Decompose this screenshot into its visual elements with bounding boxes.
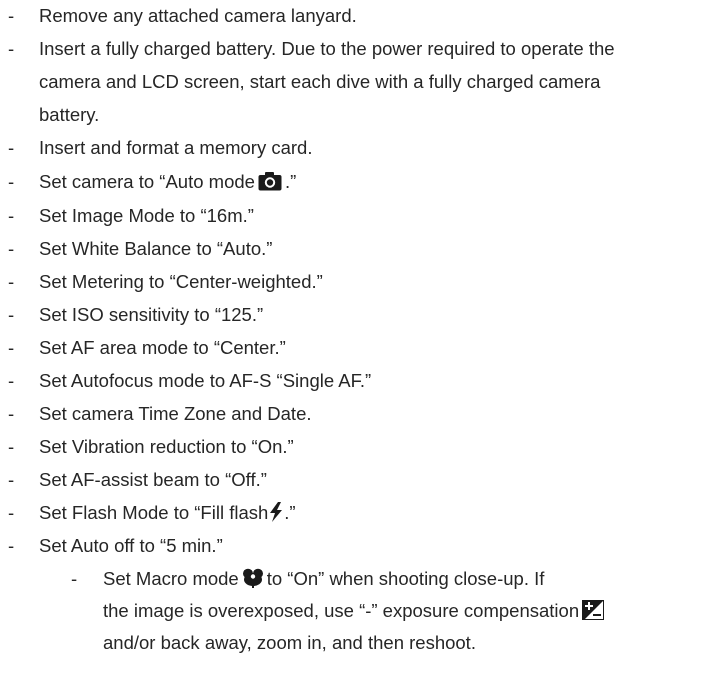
bullet-dash: - (71, 568, 78, 589)
bullet-dash: - (8, 38, 15, 59)
item-text: Set Flash Mode to “Fill flash .” (39, 502, 296, 524)
item-text: Set Metering to “Center-weighted.” (39, 271, 323, 292)
auto-mode-text: Set camera to “Auto mode (39, 171, 255, 192)
bullet-dash: - (8, 137, 15, 158)
macro-text-cont: to “On” when shooting close-up. If (266, 568, 545, 589)
bullet-dash: - (8, 205, 15, 226)
item-text: Remove any attached camera lanyard. (39, 5, 357, 26)
bullet-dash: - (8, 271, 15, 292)
item-text: Insert a fully charged battery. Due to t… (39, 38, 615, 59)
bullet-dash: - (8, 502, 15, 523)
bullet-dash: - (8, 304, 15, 325)
macro-flower-icon (242, 568, 264, 588)
bullet-dash: - (8, 171, 15, 192)
item-text: Set camera to “Auto mode .” (39, 171, 296, 193)
item-text: Set Macro mode to “On” when shooting clos… (103, 568, 544, 590)
bullet-dash: - (8, 436, 15, 457)
item-text: Set AF-assist beam to “Off.” (39, 469, 267, 490)
item-text: Set AF area mode to “Center.” (39, 337, 286, 358)
bullet-dash: - (8, 370, 15, 391)
item-text: Set camera Time Zone and Date. (39, 403, 312, 424)
flash-text: Set Flash Mode to “Fill flash (39, 502, 269, 523)
macro-text-line2: the image is overexposed, use “-” exposu… (103, 600, 580, 621)
item-text: Set ISO sensitivity to “125.” (39, 304, 264, 325)
item-text: Set White Balance to “Auto.” (39, 238, 273, 259)
exposure-compensation-icon (582, 600, 605, 620)
item-text-continued: and/or back away, zoom in, and then resh… (103, 632, 476, 653)
item-text-continued: battery. (39, 104, 100, 125)
camera-icon (258, 171, 282, 191)
item-text: Set Vibration reduction to “On.” (39, 436, 294, 457)
bullet-dash: - (8, 238, 15, 259)
bullet-dash: - (8, 403, 15, 424)
bullet-dash: - (8, 5, 15, 26)
macro-text: Set Macro mode (103, 568, 239, 589)
item-text-continued: the image is overexposed, use “-” exposu… (103, 600, 607, 622)
flash-text-end: .” (284, 502, 296, 523)
item-text: Set Auto off to “5 min.” (39, 535, 223, 556)
item-text: Set Autofocus mode to AF-S “Single AF.” (39, 370, 372, 391)
bullet-dash: - (8, 337, 15, 358)
bullet-dash: - (8, 535, 15, 556)
flash-icon (269, 502, 283, 522)
item-text: Set Image Mode to “16m.” (39, 205, 254, 226)
item-text-continued: camera and LCD screen, start each dive w… (39, 71, 601, 92)
bullet-dash: - (8, 469, 15, 490)
auto-mode-text-end: .” (284, 171, 297, 192)
item-text: Insert and format a memory card. (39, 137, 313, 158)
